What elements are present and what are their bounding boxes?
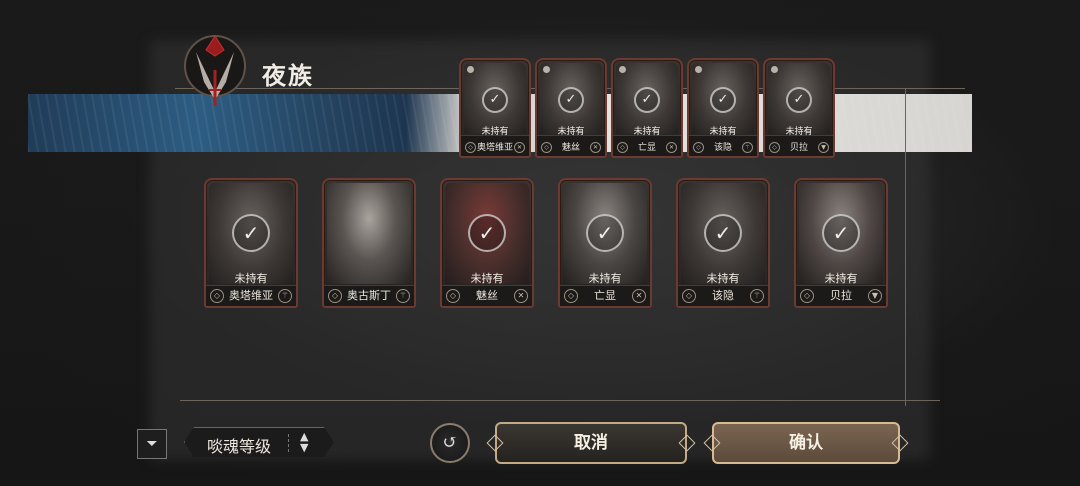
cancel-button[interactable]: 取消 (495, 422, 687, 464)
roster-card-5[interactable]: ✓ 未持有 ◇ 该隐 ⚚ (676, 178, 770, 308)
dot-indicator (771, 66, 778, 73)
nightclan-crest-icon (184, 35, 246, 106)
selected-card-3[interactable]: ✓ 未持有 ◇ 亡显 ✕ (611, 58, 683, 158)
selected-card-2[interactable]: ✓ 未持有 ◇ 魅丝 ✕ (535, 58, 607, 158)
roster-card-2[interactable]: ◇ 奥古斯丁 ⚚ (322, 178, 416, 308)
dot-indicator (695, 66, 702, 73)
filter-button[interactable]: ⏷ (137, 429, 167, 459)
check-icon: ✓ (558, 87, 584, 114)
check-icon: ✓ (704, 213, 742, 252)
dot-indicator (467, 66, 474, 73)
reset-icon: ↺ (442, 432, 458, 453)
weapon-icon: ⚚ (396, 289, 410, 303)
check-icon: ✓ (482, 87, 508, 114)
weapon-icon: ✕ (514, 142, 525, 153)
frame-bottom-line (180, 400, 940, 401)
weapon-icon: ⚚ (750, 289, 764, 303)
card-status: 未持有 (234, 272, 268, 285)
dot-indicator (619, 66, 626, 73)
card-status: 未持有 (588, 272, 622, 285)
card-status: 未持有 (824, 272, 858, 285)
roster-card-1[interactable]: ✓ 未持有 ◇ 奥塔维亚 ⚚ (204, 178, 298, 308)
weapon-icon: ✕ (514, 289, 528, 303)
selected-card-4[interactable]: ✓ 未持有 ◇ 该隐 ⚚ (687, 58, 759, 158)
roster-card-3[interactable]: ✓ 未持有 ◇ 魅丝 ✕ (440, 178, 534, 308)
roster-card-4[interactable]: ✓ 未持有 ◇ 亡显 ✕ (558, 178, 652, 308)
weapon-icon: ✕ (666, 142, 677, 153)
sort-order-icon[interactable]: ▲ ▼ (300, 431, 308, 453)
roster-card-6[interactable]: ✓ 未持有 ◇ 贝拉 ▼ (794, 178, 888, 308)
card-status: 未持有 (706, 272, 740, 285)
sort-label: 啖魂等级 (207, 437, 272, 456)
weapon-icon: ▼ (868, 289, 882, 303)
weapon-icon: ✕ (632, 289, 646, 303)
card-status: 未持有 (470, 272, 504, 285)
selected-card-5[interactable]: ✓ 未持有 ◇ 贝拉 ▼ (763, 58, 835, 158)
sort-dropdown[interactable]: 啖魂等级 ▲ ▼ (184, 427, 334, 457)
reset-button[interactable]: ↺ (430, 423, 470, 463)
weapon-icon: ⚚ (278, 289, 292, 303)
check-icon: ✓ (586, 213, 624, 252)
weapon-icon: ✕ (590, 142, 601, 153)
frame-right-line (905, 88, 906, 406)
weapon-icon: ⚚ (742, 142, 753, 153)
filter-icon: ⏷ (146, 436, 158, 452)
page-title: 夜族 (262, 61, 314, 90)
selected-card-1[interactable]: ✓ 未持有 ◇ 奥塔维亚 ✕ (459, 58, 531, 158)
check-icon: ✓ (786, 87, 812, 114)
check-icon: ✓ (634, 87, 660, 114)
check-icon: ✓ (822, 213, 860, 252)
check-icon: ✓ (710, 87, 736, 114)
dot-indicator (543, 66, 550, 73)
weapon-icon: ▼ (818, 142, 829, 153)
check-icon: ✓ (468, 213, 506, 252)
sort-divider (288, 434, 290, 452)
check-icon: ✓ (232, 213, 270, 252)
confirm-button[interactable]: 确认 (712, 422, 900, 464)
